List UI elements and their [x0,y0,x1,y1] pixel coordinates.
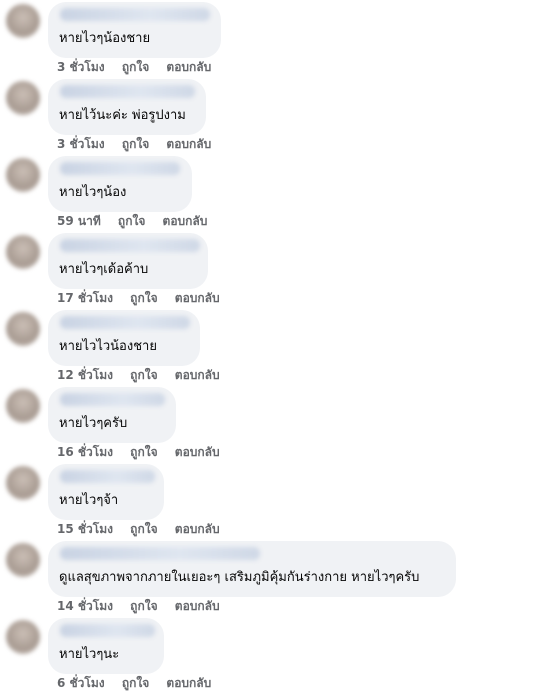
comment-item: หายไวๆน้องชาย 3 ชั่วโมง ถูกใจ ตอบกลับ [0,0,547,78]
commenter-name-blurred[interactable] [60,85,195,98]
comment-actions: 14 ชั่วโมง ถูกใจ ตอบกลับ [57,599,233,613]
comment-actions: 59 นาที ถูกใจ ตอบกลับ [57,214,220,228]
reply-button[interactable]: ตอบกลับ [166,60,211,74]
comment-actions: 3 ชั่วโมง ถูกใจ ตอบกลับ [57,137,224,151]
commenter-name-blurred[interactable] [60,316,190,329]
comment-item: หายไวๆจ้า 15 ชั่วโมง ถูกใจ ตอบกลับ [0,462,547,540]
comment-text: หายไวๆน้อง [59,185,127,200]
comment-item: หายไว้นะค่ะ พ่อรูปงาม 3 ชั่วโมง ถูกใจ ตอ… [0,77,547,155]
comment-text: หายไวๆครับ [59,416,128,431]
comment-bubble: หายไวไวน้องชาย [48,310,200,366]
comment-actions: 17 ชั่วโมง ถูกใจ ตอบกลับ [57,291,233,305]
comment-time[interactable]: 16 ชั่วโมง [57,445,113,459]
comment-text: หายไวๆนะ [59,647,120,662]
like-button[interactable]: ถูกใจ [130,368,157,382]
reply-button[interactable]: ตอบกลับ [175,599,220,613]
like-button[interactable]: ถูกใจ [130,522,157,536]
like-button[interactable]: ถูกใจ [130,445,157,459]
reply-button[interactable]: ตอบกลับ [175,291,220,305]
comment-time[interactable]: 59 นาที [57,214,101,228]
commenter-name-blurred[interactable] [60,239,200,252]
comment-actions: 3 ชั่วโมง ถูกใจ ตอบกลับ [57,60,224,74]
like-button[interactable]: ถูกใจ [130,599,157,613]
avatar[interactable] [6,312,40,346]
comment-time[interactable]: 3 ชั่วโมง [57,60,105,74]
comment-time[interactable]: 3 ชั่วโมง [57,137,105,151]
like-button[interactable]: ถูกใจ [122,676,149,690]
reply-button[interactable]: ตอบกลับ [175,445,220,459]
comment-text: หายไวไวน้องชาย [59,339,157,354]
comment-text: หายไวๆเด้อค้าบ [59,262,149,277]
comment-item: หายไวๆครับ 16 ชั่วโมง ถูกใจ ตอบกลับ [0,385,547,463]
comment-item: หายไวๆน้อง 59 นาที ถูกใจ ตอบกลับ [0,154,547,232]
like-button[interactable]: ถูกใจ [122,137,149,151]
avatar[interactable] [6,620,40,654]
comment-time[interactable]: 15 ชั่วโมง [57,522,113,536]
avatar[interactable] [6,389,40,423]
reply-button[interactable]: ตอบกลับ [175,522,220,536]
comment-item: หายไวไวน้องชาย 12 ชั่วโมง ถูกใจ ตอบกลับ [0,308,547,386]
reply-button[interactable]: ตอบกลับ [175,368,220,382]
comment-text: หายไว้นะค่ะ พ่อรูปงาม [59,108,186,123]
avatar[interactable] [6,543,40,577]
comment-actions: 15 ชั่วโมง ถูกใจ ตอบกลับ [57,522,233,536]
comment-actions: 6 ชั่วโมง ถูกใจ ตอบกลับ [57,676,224,690]
like-button[interactable]: ถูกใจ [122,60,149,74]
commenter-name-blurred[interactable] [60,470,155,483]
comment-bubble: หายไวๆครับ [48,387,176,443]
comment-bubble: หายไวๆนะ [48,618,164,674]
reply-button[interactable]: ตอบกลับ [166,137,211,151]
reply-button[interactable]: ตอบกลับ [163,214,208,228]
commenter-name-blurred[interactable] [60,624,155,637]
comment-time[interactable]: 17 ชั่วโมง [57,291,113,305]
comment-time[interactable]: 12 ชั่วโมง [57,368,113,382]
comment-actions: 12 ชั่วโมง ถูกใจ ตอบกลับ [57,368,233,382]
comment-text: หายไวๆน้องชาย [59,31,151,46]
avatar[interactable] [6,158,40,192]
comment-time[interactable]: 6 ชั่วโมง [57,676,105,690]
comment-actions: 16 ชั่วโมง ถูกใจ ตอบกลับ [57,445,233,459]
like-button[interactable]: ถูกใจ [118,214,145,228]
comment-text: หายไวๆจ้า [59,493,119,508]
comment-bubble: หายไวๆน้องชาย [48,2,221,58]
comment-item: ดูแลสุขภาพจากภายในเยอะๆ เสริมภูมิคุ้มกัน… [0,539,547,617]
comment-text: ดูแลสุขภาพจากภายในเยอะๆ เสริมภูมิคุ้มกัน… [59,570,420,585]
like-button[interactable]: ถูกใจ [130,291,157,305]
commenter-name-blurred[interactable] [60,8,210,21]
comment-bubble: หายไวๆน้อง [48,156,192,212]
comment-item: หายไวๆนะ 6 ชั่วโมง ถูกใจ ตอบกลับ [0,616,547,694]
avatar[interactable] [6,4,40,38]
comment-bubble: หายไว้นะค่ะ พ่อรูปงาม [48,79,206,135]
comment-item: หายไวๆเด้อค้าบ 17 ชั่วโมง ถูกใจ ตอบกลับ [0,231,547,309]
comment-time[interactable]: 14 ชั่วโมง [57,599,113,613]
commenter-name-blurred[interactable] [60,162,180,175]
avatar[interactable] [6,466,40,500]
commenter-name-blurred[interactable] [60,393,165,406]
avatar[interactable] [6,81,40,115]
commenter-name-blurred[interactable] [60,547,260,560]
reply-button[interactable]: ตอบกลับ [166,676,211,690]
avatar[interactable] [6,235,40,269]
comment-bubble: หายไวๆจ้า [48,464,164,520]
comment-bubble: ดูแลสุขภาพจากภายในเยอะๆ เสริมภูมิคุ้มกัน… [48,541,456,597]
comment-bubble: หายไวๆเด้อค้าบ [48,233,208,289]
